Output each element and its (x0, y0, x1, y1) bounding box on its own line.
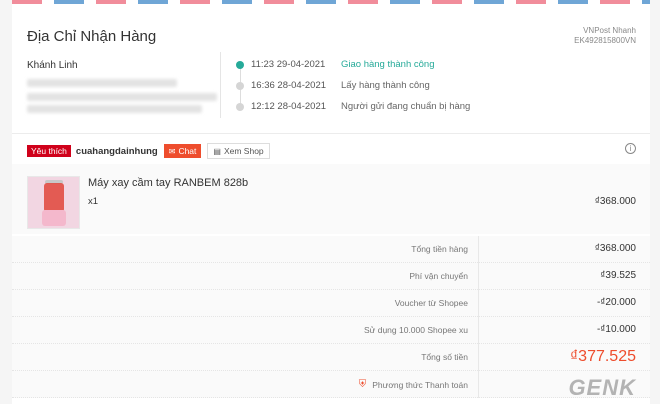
summary-label: Sử dụng 10.000 Shopee xu (364, 325, 468, 335)
summary-value: ₫368.000 (594, 243, 636, 254)
total-value: ₫377.525 (569, 348, 636, 365)
timeline-time: 12:12 28-04-2021 (251, 101, 327, 112)
address-title: Địa Chỉ Nhận Hàng (27, 28, 157, 45)
summary-row-payment: ⛨ Phương thức Thanh toán (12, 371, 650, 398)
blurred-address-line-1 (27, 93, 217, 101)
summary-divider (478, 263, 479, 290)
timeline-item: 16:36 28-04-2021 Lấy hàng thành công (236, 80, 430, 91)
favorite-badge: Yêu thích (27, 145, 71, 157)
timeline-item: 12:12 28-04-2021 Người gửi đang chuẩn bị… (236, 101, 470, 112)
store-icon: ▤ (213, 146, 221, 156)
timeline-dot (236, 81, 244, 90)
summary-divider (478, 236, 479, 263)
blender-cup-shape (44, 183, 64, 211)
address-divider (220, 52, 221, 118)
genk-watermark: GENK (568, 375, 636, 400)
carrier-info: VNPost Nhanh EK492815800VN (574, 26, 636, 46)
summary-value: -₫20.000 (596, 297, 636, 308)
summary-row-total: Tổng số tiền ₫377.525 (12, 344, 650, 371)
shield-icon: ⛨ (358, 379, 367, 390)
shop-name[interactable]: cuahangdainhung (76, 146, 158, 157)
payment-method-text: Phương thức Thanh toán (372, 379, 468, 390)
summary-value: ₫39.525 (600, 270, 636, 281)
timeline-time: 11:23 29-04-2021 (251, 59, 326, 70)
summary-divider (478, 290, 479, 317)
summary-label: Voucher từ Shopee (394, 298, 468, 308)
timeline-status: Lấy hàng thành công (341, 80, 430, 91)
blurred-phone (27, 79, 177, 87)
product-name[interactable]: Máy xay cầm tay RANBEM 828b (88, 177, 248, 189)
summary-divider (478, 371, 479, 398)
product-price: ₫368.000 (594, 196, 636, 207)
timeline-dot (236, 102, 244, 111)
chat-button[interactable]: ✉ Chat (163, 144, 202, 158)
summary-row: Voucher từ Shopee -₫20.000 (12, 290, 650, 317)
blender-base-shape (42, 210, 66, 226)
blurred-address-line-2 (27, 105, 202, 113)
timeline-time: 16:36 28-04-2021 (251, 80, 327, 91)
product-quantity: x1 (88, 196, 99, 207)
summary-row: Tổng tiền hàng ₫368.000 (12, 236, 650, 263)
timeline-status: Giao hàng thành công (341, 59, 435, 70)
envelope-border (12, 0, 650, 4)
order-detail-page: Địa Chỉ Nhận Hàng VNPost Nhanh EK4928158… (12, 0, 650, 404)
timeline-dot-active (236, 60, 244, 69)
summary-label: Tổng tiền hàng (411, 244, 468, 254)
section-divider (12, 133, 650, 134)
summary-label: Phí vận chuyển (409, 271, 468, 281)
chat-icon: ✉ (168, 146, 176, 156)
chat-button-label: Chat (178, 146, 197, 156)
product-row[interactable] (12, 164, 650, 234)
timeline-status: Người gửi đang chuẩn bị hàng (341, 101, 471, 112)
carrier-name: VNPost Nhanh (583, 26, 636, 35)
summary-row: Sử dụng 10.000 Shopee xu -₫10.000 (12, 317, 650, 344)
summary-value: -₫10.000 (596, 324, 636, 335)
view-shop-button[interactable]: ▤ Xem Shop (207, 143, 270, 159)
product-thumbnail[interactable] (27, 176, 80, 229)
tracking-number: EK492815800VN (574, 36, 636, 45)
summary-divider (478, 317, 479, 344)
shop-header: Yêu thích cuahangdainhung ✉ Chat ▤ Xem S… (27, 143, 270, 159)
recipient-name: Khánh Linh (27, 60, 78, 71)
payment-method-label: ⛨ Phương thức Thanh toán (359, 379, 468, 390)
view-shop-label: Xem Shop (223, 146, 264, 156)
summary-divider (478, 344, 479, 371)
info-circle-icon[interactable]: i (625, 143, 636, 154)
summary-row: Phí vận chuyển ₫39.525 (12, 263, 650, 290)
total-label: Tổng số tiền (421, 352, 468, 362)
timeline-item: 11:23 29-04-2021 Giao hàng thành công (236, 59, 435, 70)
